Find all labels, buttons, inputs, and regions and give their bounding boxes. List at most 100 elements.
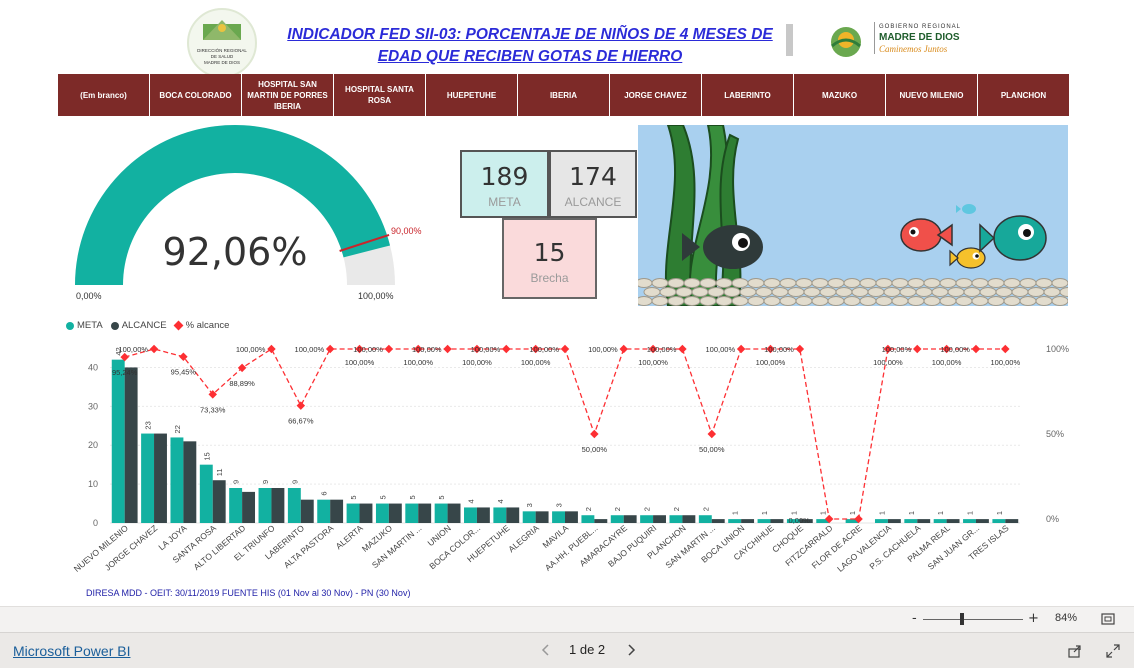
meta-bar[interactable]	[229, 488, 243, 523]
meta-bar[interactable]	[317, 499, 331, 523]
brecha-card[interactable]: 15 Brecha	[502, 218, 597, 299]
meta-bar[interactable]	[669, 515, 683, 523]
category-label: ALTA PASTORA	[282, 523, 336, 571]
meta-bar[interactable]	[640, 515, 654, 523]
alcance-bar[interactable]	[975, 519, 989, 523]
pct-alcance-marker[interactable]	[795, 344, 805, 354]
meta-bar[interactable]	[610, 515, 624, 523]
meta-bar[interactable]	[346, 503, 360, 523]
alcance-bar[interactable]	[946, 519, 960, 523]
prev-page-icon[interactable]	[540, 643, 552, 657]
alcance-bar[interactable]	[154, 433, 167, 523]
pct-alcance-marker[interactable]	[971, 344, 981, 354]
pct-alcance-marker[interactable]	[1001, 344, 1010, 354]
alcance-bar[interactable]	[418, 503, 432, 523]
meta-bar[interactable]	[464, 507, 477, 523]
zoom-slider[interactable]	[923, 619, 1023, 620]
meta-bar[interactable]	[258, 488, 272, 523]
share-icon[interactable]	[1067, 643, 1083, 659]
meta-bar[interactable]	[698, 515, 712, 523]
alcance-bar[interactable]	[711, 519, 725, 523]
next-page-icon[interactable]	[625, 643, 637, 657]
alcance-bar[interactable]	[741, 519, 755, 523]
slicer-iberia[interactable]: IBERIA	[518, 74, 610, 116]
alcance-bar[interactable]	[388, 503, 402, 523]
pct-alcance-marker[interactable]	[149, 344, 159, 354]
alcance-bar[interactable]	[212, 480, 226, 523]
alcance-bar[interactable]	[1005, 519, 1019, 523]
pct-alcance-marker[interactable]	[619, 344, 628, 354]
alcance-bar[interactable]	[770, 519, 784, 523]
slicer-em-branco[interactable]: (Em branco)	[58, 74, 150, 116]
fit-to-page-icon[interactable]	[1101, 612, 1115, 626]
alcance-bar[interactable]	[183, 441, 197, 523]
slicer-planchon[interactable]: PLANCHON	[978, 74, 1070, 116]
alcance-bar[interactable]	[594, 519, 608, 523]
slicer-hospital-santa-rosa[interactable]: HOSPITAL SANTA ROSA	[334, 74, 426, 116]
alcance-bar[interactable]	[535, 511, 549, 523]
fullscreen-icon[interactable]	[1105, 643, 1121, 659]
meta-card[interactable]: 189 META	[460, 150, 549, 218]
pct-alcance-marker[interactable]	[384, 344, 394, 354]
alcance-bar[interactable]	[242, 491, 256, 523]
slicer-jorge-chavez[interactable]: JORGE CHAVEZ	[610, 74, 702, 116]
alcance-bar[interactable]	[653, 515, 666, 523]
alcance-bar[interactable]	[359, 503, 373, 523]
meta-bar[interactable]	[405, 503, 419, 523]
meta-bar[interactable]	[581, 515, 595, 523]
pct-alcance-marker[interactable]	[913, 344, 922, 354]
pct-alcance-marker[interactable]	[560, 344, 570, 354]
slicer-nuevo-milenio[interactable]: NUEVO MILENIO	[886, 74, 978, 116]
pct-alcance-marker[interactable]	[502, 344, 511, 354]
pct-alcance-marker[interactable]	[590, 429, 599, 439]
zoom-slider-thumb[interactable]	[960, 613, 964, 625]
meta-bar[interactable]	[522, 511, 536, 523]
combo-chart[interactable]: 0102030400%50%100%42NUEVO MILENIO23JORGE…	[58, 336, 1074, 580]
legend-alcance[interactable]: ALCANCE	[110, 320, 167, 331]
alcance-bar[interactable]	[887, 519, 901, 523]
alcance-bar[interactable]	[124, 367, 138, 523]
meta-bar[interactable]	[170, 437, 184, 523]
slicer-hospital-san-martin[interactable]: HOSPITAL SAN MARTIN DE PORRES IBERIA	[242, 74, 334, 116]
pebble	[1027, 287, 1045, 297]
alcance-bar[interactable]	[271, 488, 285, 523]
meta-bar[interactable]	[434, 503, 448, 523]
legend-meta[interactable]: META	[66, 320, 103, 331]
pct-alcance-marker[interactable]	[707, 429, 717, 439]
slicer-huepetuhe[interactable]: HUEPETUHE	[426, 74, 518, 116]
meta-bar[interactable]	[493, 507, 507, 523]
alcance-bar[interactable]	[300, 499, 314, 523]
meta-data-label: 2	[584, 507, 593, 511]
meta-bar[interactable]	[552, 511, 565, 523]
slicer-laberinto[interactable]: LABERINTO	[702, 74, 794, 116]
meta-bar[interactable]	[111, 359, 125, 523]
zoom-in-button[interactable]: +	[1028, 611, 1039, 626]
pct-alcance-marker[interactable]	[237, 363, 247, 373]
legend-pct[interactable]: % alcance	[173, 320, 229, 331]
alcance-bar[interactable]	[623, 515, 637, 523]
alcance-bar[interactable]	[917, 519, 931, 523]
alcance-bar[interactable]	[682, 515, 696, 523]
pct-alcance-marker[interactable]	[443, 344, 452, 354]
pct-alcance-marker[interactable]	[736, 344, 746, 354]
gauge-chart[interactable]	[60, 120, 420, 310]
slicer-boca-colorado[interactable]: BOCA COLORADO	[150, 74, 242, 116]
alcance-bar[interactable]	[565, 511, 578, 523]
pct-alcance-marker[interactable]	[296, 401, 306, 410]
pct-alcance-marker[interactable]	[267, 344, 276, 354]
meta-bar[interactable]	[287, 488, 301, 523]
meta-bar[interactable]	[375, 503, 389, 523]
meta-bar[interactable]	[141, 433, 155, 523]
zoom-bar: - + 84%	[0, 606, 1134, 633]
powerbi-link[interactable]: Microsoft Power BI	[13, 643, 130, 659]
pct-alcance-marker[interactable]	[325, 344, 335, 354]
alcance-bar[interactable]	[506, 507, 520, 523]
alcance-bar[interactable]	[447, 503, 461, 523]
alcance-bar[interactable]	[476, 507, 490, 523]
pct-alcance-marker[interactable]	[678, 344, 687, 354]
alcance-card[interactable]: 174 ALCANCE	[549, 150, 637, 218]
meta-bar[interactable]	[199, 464, 213, 523]
alcance-bar[interactable]	[330, 499, 344, 523]
zoom-out-button[interactable]: -	[912, 611, 917, 626]
slicer-mazuko[interactable]: MAZUKO	[794, 74, 886, 116]
